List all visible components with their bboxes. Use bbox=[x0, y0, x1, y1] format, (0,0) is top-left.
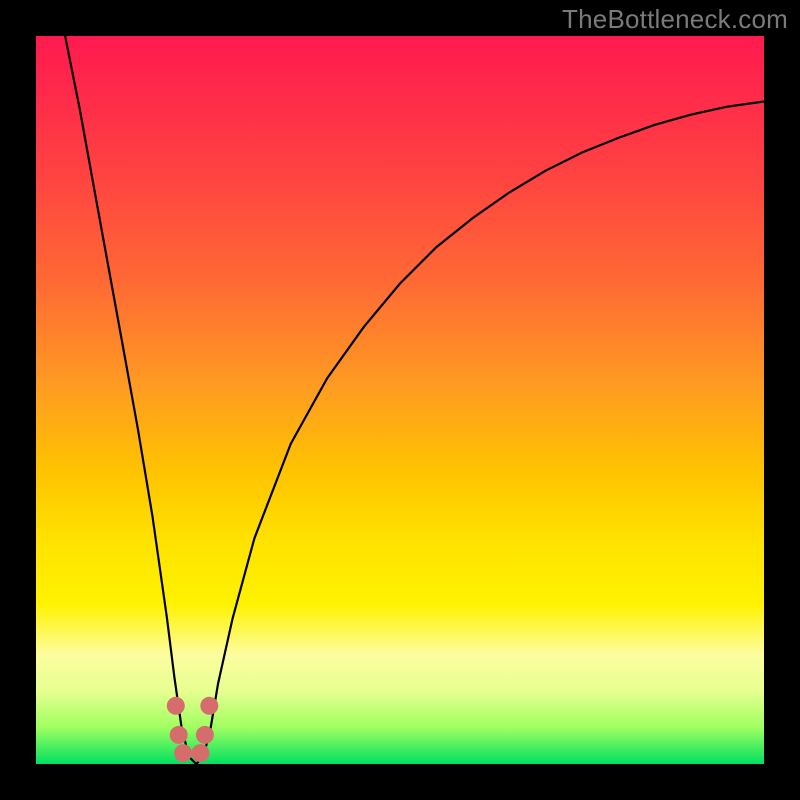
watermark-text: TheBottleneck.com bbox=[562, 4, 788, 35]
highlight-dot bbox=[200, 697, 218, 715]
highlight-dot bbox=[174, 744, 192, 762]
highlight-dot bbox=[196, 726, 214, 744]
highlight-dot bbox=[170, 726, 188, 744]
plot-area bbox=[36, 36, 764, 764]
highlight-dot bbox=[192, 744, 210, 762]
chart-frame: TheBottleneck.com bbox=[0, 0, 800, 800]
bottleneck-curve bbox=[65, 36, 764, 764]
highlight-dots bbox=[167, 697, 219, 762]
highlight-dot bbox=[167, 697, 185, 715]
curve-svg bbox=[36, 36, 764, 764]
